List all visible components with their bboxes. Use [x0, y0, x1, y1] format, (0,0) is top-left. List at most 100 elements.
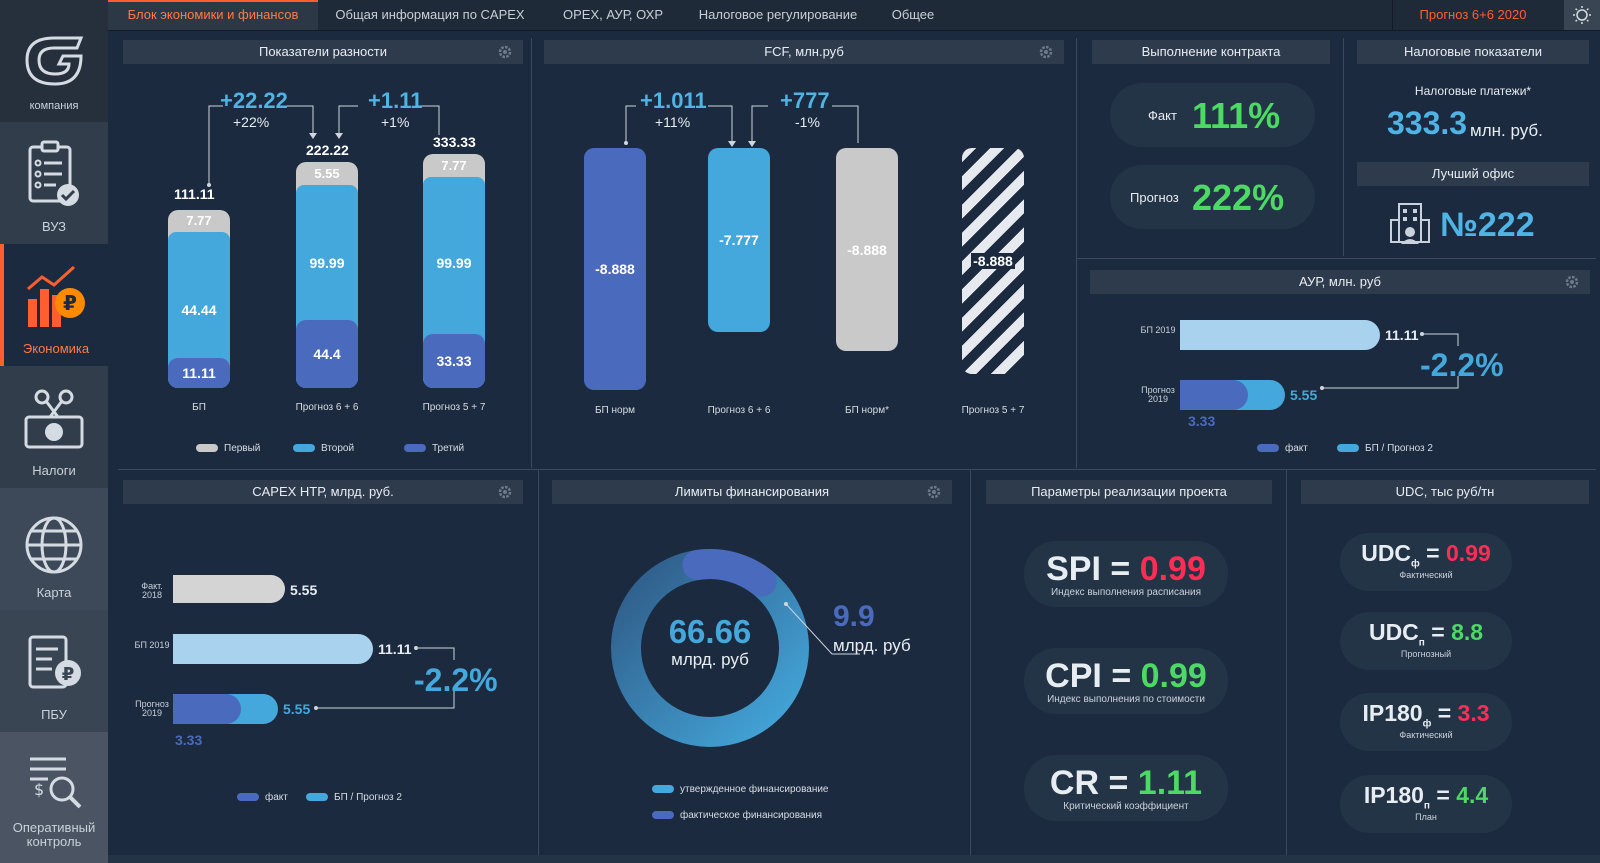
delta-value: +777 [780, 88, 830, 113]
company-logo[interactable]: компания [0, 0, 108, 122]
divider [1343, 38, 1344, 256]
legend-swatch [404, 444, 426, 453]
globe-icon [25, 516, 83, 574]
panel-title: UDC, тыс руб/тн [1301, 480, 1589, 504]
tax-payments-label: Налоговые платежи* [1414, 84, 1532, 98]
bar-segment-bottom: 33.33 [423, 334, 485, 388]
gear-icon[interactable] [497, 44, 513, 60]
legend-label: факт [265, 792, 288, 803]
forecast-period-selector[interactable]: Прогноз 6+6 2020 [1392, 0, 1553, 30]
bar-segment-top: 7.77 [441, 158, 467, 173]
legend-swatch [1337, 444, 1359, 453]
forecast-value: 222% [1192, 177, 1285, 218]
panel-title: Выполнение контракта [1092, 40, 1330, 64]
panel-title-text: Лимиты финансирования [674, 484, 830, 499]
legend-swatch [293, 444, 315, 453]
bar-label: БП норм [594, 405, 636, 416]
udc-description: Фактический [1399, 569, 1453, 580]
panel-title-text: Параметры реализации проекта [1031, 484, 1227, 499]
legend-label: Первый [224, 443, 261, 454]
tab-label: Общее [891, 7, 935, 22]
panel-title: CAPEX НТР, млрд. руб. [123, 480, 523, 504]
gear-icon[interactable] [926, 484, 942, 500]
udc-item: UDCф = 0.99 Фактический [1340, 533, 1512, 591]
udc-item: IP180ф = 3.3 Фактический [1340, 693, 1512, 751]
svg-text:₽: ₽ [63, 291, 77, 315]
bar-label: Прогноз 5 + 7 [422, 402, 486, 413]
fact-value: 111% [1192, 95, 1281, 136]
taxes-scissors-icon [24, 389, 84, 449]
divider [531, 38, 532, 468]
udc-subscript: ф [1422, 718, 1432, 730]
udc-item: IP180п = 4.4 План [1340, 775, 1512, 833]
metric-value: 0.99 [1139, 550, 1206, 588]
legend-item: Третий [404, 443, 464, 454]
gear-icon[interactable] [1564, 274, 1580, 290]
tab-capex-info[interactable]: Общая информация по CAPEX [330, 0, 530, 30]
capex-fact-2018-value: 5.55 [290, 582, 318, 598]
legend-item: БП / Прогноз 2 [306, 792, 402, 803]
panel-title: FCF, млн.руб [544, 40, 1064, 64]
donut-side-unit: млрд. руб [833, 636, 911, 655]
udc-name: IP180 [1362, 700, 1423, 726]
bar-segment-value: 44.44 [181, 302, 217, 318]
sidebar: компания ВУЗ ₽ Экономика Налоги Карта ₽ … [0, 0, 108, 863]
metric-equals: = [1108, 764, 1129, 802]
metric-name: CPI [1045, 657, 1102, 695]
tab-general[interactable]: Общее [878, 0, 948, 30]
aur-forecast-value: 5.55 [1290, 387, 1318, 403]
svg-text:$: $ [34, 780, 44, 799]
panel-title: Налоговые показатели [1357, 40, 1589, 64]
legend-label: Второй [321, 443, 355, 454]
gear-icon[interactable] [497, 484, 513, 500]
tab-opex[interactable]: OPEX, АУР, ОХР [548, 0, 678, 30]
legend-label: утвержденное финансирование [680, 784, 829, 795]
panel-title-text: Выполнение контракта [1141, 44, 1281, 59]
metric-value: 0.99 [1140, 657, 1207, 695]
panel-title-text: CAPEX НТР, млрд. руб. [252, 484, 394, 499]
sidebar-item-control[interactable]: $ Оперативный контроль [0, 732, 108, 863]
udc-description: Фактический [1399, 729, 1453, 740]
theme-toggle-button[interactable] [1564, 0, 1600, 30]
legend-swatch [652, 811, 674, 820]
sidebar-item-map[interactable]: Карта [0, 488, 108, 610]
tab-economics-finance[interactable]: Блок экономики и финансов [108, 0, 318, 30]
best-office-title: Лучший офис [1357, 162, 1589, 186]
legend-swatch [306, 793, 328, 802]
aur-bar-fact[interactable] [1180, 380, 1248, 410]
sun-moon-icon [1573, 6, 1591, 24]
panel-title: АУР, млн. руб [1090, 270, 1590, 294]
delta-percent: +22% [233, 114, 270, 130]
capex-bar-fact[interactable] [173, 694, 241, 724]
legend-item: Первый [196, 443, 260, 454]
fcf-bar[interactable]: -7.777 [708, 148, 770, 332]
metric-cpi: CPI = 0.99 Индекс выполнения по стоимост… [1024, 648, 1228, 714]
checklist-icon [28, 140, 79, 206]
bar-segment-value: 99.99 [436, 255, 472, 271]
sidebar-item-economics[interactable]: ₽ Экономика [0, 244, 108, 366]
tab-tax-regulation[interactable]: Налоговое регулирование [698, 0, 858, 30]
contract-fact-pill: Факт 111% [1110, 83, 1315, 147]
row-label: Прогноз 2019 [135, 699, 169, 718]
udc-name: UDC [1361, 540, 1412, 566]
sidebar-item-label: Налоги [32, 463, 76, 478]
metric-equals: = [1111, 657, 1132, 695]
gear-icon[interactable] [1038, 44, 1054, 60]
sidebar-item-pbu[interactable]: ₽ ПБУ [0, 610, 108, 732]
office-building-icon [1390, 203, 1430, 244]
capex-bar-fact-2018[interactable] [173, 575, 285, 603]
delta-percent: +11% [655, 114, 691, 130]
bar-segment-value: 11.11 [182, 365, 216, 381]
fcf-bar[interactable]: -8.888 [584, 148, 646, 390]
metric-name: CR [1049, 764, 1100, 802]
divider [538, 470, 539, 855]
legend-swatch [237, 793, 259, 802]
sidebar-item-vuz[interactable]: ВУЗ [0, 122, 108, 244]
fcf-bar-hatched[interactable]: -8.888 [962, 148, 1024, 374]
panel-title-text: FCF, млн.руб [764, 44, 844, 59]
fcf-bar[interactable]: -8.888 [836, 148, 898, 351]
legend-item: фактическое финансирования [652, 810, 822, 821]
sidebar-item-label: ВУЗ [41, 219, 67, 234]
sidebar-item-taxes[interactable]: Налоги [0, 366, 108, 488]
bar-label: Прогноз 6 + 6 [707, 405, 771, 416]
